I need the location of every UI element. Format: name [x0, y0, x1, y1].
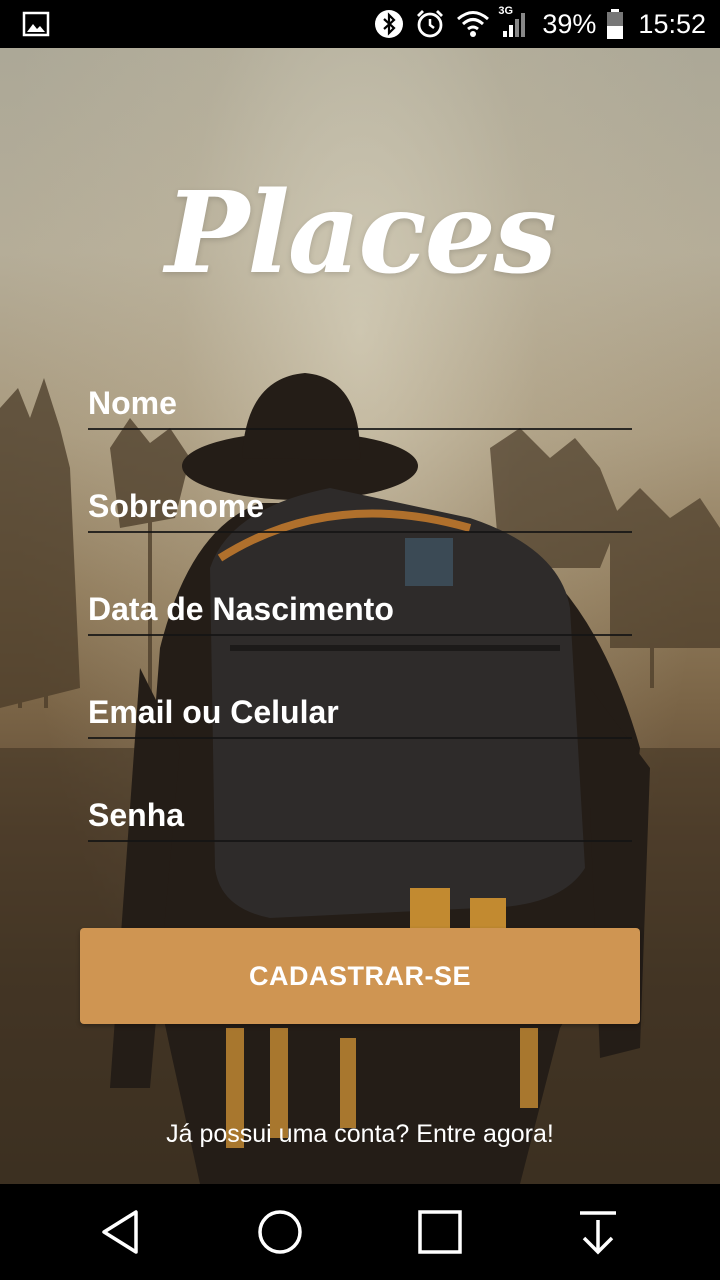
last-name-field[interactable]	[88, 471, 632, 533]
birthdate-field[interactable]	[88, 574, 632, 636]
last-name-input[interactable]	[88, 488, 632, 525]
alarm-icon	[414, 8, 446, 40]
network-type-label: 3G	[498, 5, 514, 17]
password-input[interactable]	[88, 797, 632, 834]
first-name-field[interactable]	[88, 368, 632, 430]
battery-icon	[606, 8, 624, 40]
back-icon[interactable]	[98, 1208, 146, 1256]
app-logo: Places	[165, 168, 557, 299]
login-link[interactable]: Já possui uma conta? Entre agora!	[0, 1120, 720, 1149]
bluetooth-icon	[374, 9, 404, 39]
notifications-pull-icon[interactable]	[574, 1208, 622, 1256]
password-field[interactable]	[88, 780, 632, 842]
status-bar: 3G 39% 15:52	[0, 0, 720, 48]
recents-icon[interactable]	[416, 1208, 464, 1256]
navigation-bar	[0, 1184, 720, 1280]
email-phone-input[interactable]	[88, 694, 632, 731]
signup-button[interactable]: CADASTRAR-SE	[80, 928, 640, 1024]
signal-3g-icon: 3G	[498, 5, 530, 39]
battery-percent: 39%	[542, 8, 597, 39]
email-phone-field[interactable]	[88, 677, 632, 739]
birthdate-input[interactable]	[88, 591, 632, 628]
image-icon	[22, 10, 50, 38]
wifi-icon	[456, 9, 490, 39]
first-name-input[interactable]	[88, 385, 632, 422]
home-icon[interactable]	[256, 1208, 304, 1256]
clock: 15:52	[638, 8, 706, 39]
